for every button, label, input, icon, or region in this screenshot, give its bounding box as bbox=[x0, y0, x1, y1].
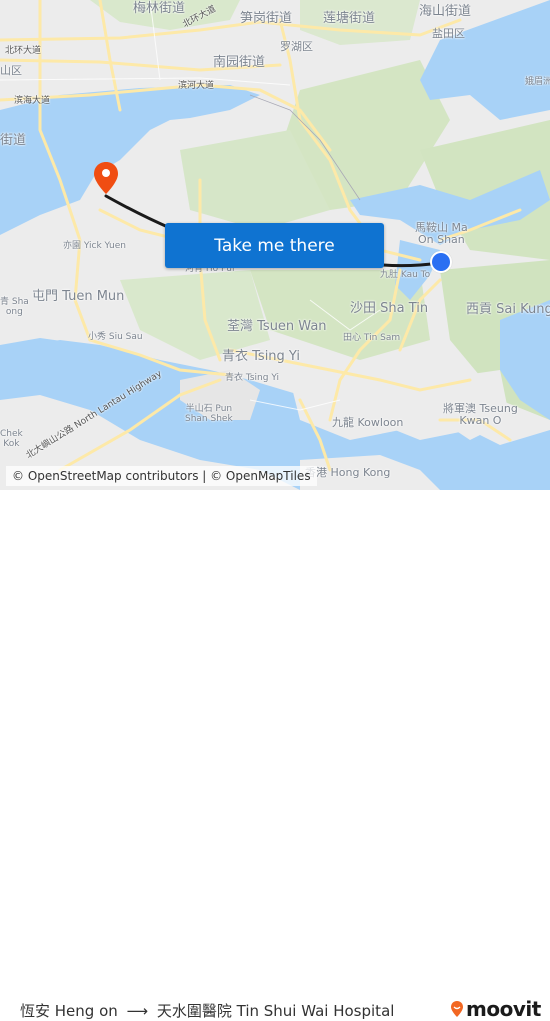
place-label-liantang: 莲塘街道 bbox=[323, 11, 376, 26]
route-title: 恆安 Heng on ⟶ 天水圍醫院 Tin Shui Wai Hospital bbox=[20, 1000, 394, 1021]
place-label-hongkong: 香港 Hong Kong bbox=[305, 466, 391, 479]
origin-name: 恆安 Heng on bbox=[20, 1002, 118, 1020]
place-label-tko: 將軍澳 Tseung Kwan O bbox=[443, 402, 518, 428]
place-label-haishan: 海山街道 bbox=[419, 4, 472, 19]
destination-pin-icon[interactable] bbox=[93, 161, 119, 195]
moovit-wordmark: moovit bbox=[466, 997, 541, 1021]
place-label-jiedao: 街道 bbox=[0, 133, 27, 148]
place-label-shatin: 沙田 Sha Tin bbox=[350, 301, 429, 316]
map-attribution[interactable]: © OpenStreetMap contributors | © OpenMap… bbox=[6, 466, 317, 486]
place-label-meilin: 梅林街道 bbox=[133, 1, 186, 16]
place-label-kauto: 九肚 Kau To bbox=[380, 270, 431, 280]
place-label-chekkok: Chek Kok bbox=[0, 429, 23, 449]
place-label-shanqu: 山区 bbox=[0, 64, 22, 77]
place-label-tsingyi2: 青衣 Tsing Yi bbox=[225, 373, 280, 383]
place-label-sungang: 笋岗街道 bbox=[240, 11, 293, 26]
destination-name: 天水圍醫院 Tin Shui Wai Hospital bbox=[156, 1002, 395, 1020]
place-label-tuenmun: 屯門 Tuen Mun bbox=[32, 289, 125, 304]
place-label-yickyuen: 亦園 Yick Yuen bbox=[63, 241, 126, 251]
map[interactable]: 梅林街道笋岗街道 莲塘街道 海山街道盐田区罗湖区南园街道山区街道 娥眉洲亦園 Yick… bbox=[0, 0, 550, 490]
place-label-tsingyi: 青衣 Tsing Yi bbox=[222, 349, 301, 364]
place-label-maonshan: 馬鞍山 Ma On Shan bbox=[415, 221, 468, 247]
origin-location-icon[interactable] bbox=[430, 251, 452, 273]
place-label-yantian: 盐田区 bbox=[432, 27, 465, 40]
arrow-right-icon: ⟶ bbox=[126, 1002, 149, 1020]
place-label-luohu: 罗湖区 bbox=[280, 40, 313, 53]
road-label-binhai: 滨海大道 bbox=[14, 96, 51, 106]
place-label-tinsam: 田心 Tin Sam bbox=[343, 333, 401, 343]
moovit-logo[interactable]: moovit bbox=[450, 997, 541, 1021]
moovit-pin-icon bbox=[451, 1001, 463, 1017]
road-label-binhe: 滨河大道 bbox=[178, 81, 215, 91]
place-label-nanyuan: 南园街道 bbox=[213, 55, 266, 70]
place-label-tsuenwan: 荃灣 Tsuen Wan bbox=[227, 319, 327, 334]
place-label-shashang: 青 Sha ong bbox=[0, 297, 29, 317]
place-label-saikung: 西貢 Sai Kung bbox=[466, 302, 550, 317]
place-label-punshanshek: 半山石 Pun Shan Shek bbox=[185, 404, 233, 424]
take-me-there-button[interactable]: Take me there bbox=[165, 223, 384, 268]
place-label-kowloon: 九龍 Kowloon bbox=[332, 416, 404, 429]
place-label-emei: 娥眉洲 bbox=[525, 77, 550, 87]
road-label-beihuan1: 北环大道 bbox=[5, 46, 42, 56]
footer: 恆安 Heng on ⟶ 天水圍醫院 Tin Shui Wai Hospital… bbox=[0, 490, 550, 1021]
place-label-siusau: 小秀 Siu Sau bbox=[88, 332, 143, 342]
